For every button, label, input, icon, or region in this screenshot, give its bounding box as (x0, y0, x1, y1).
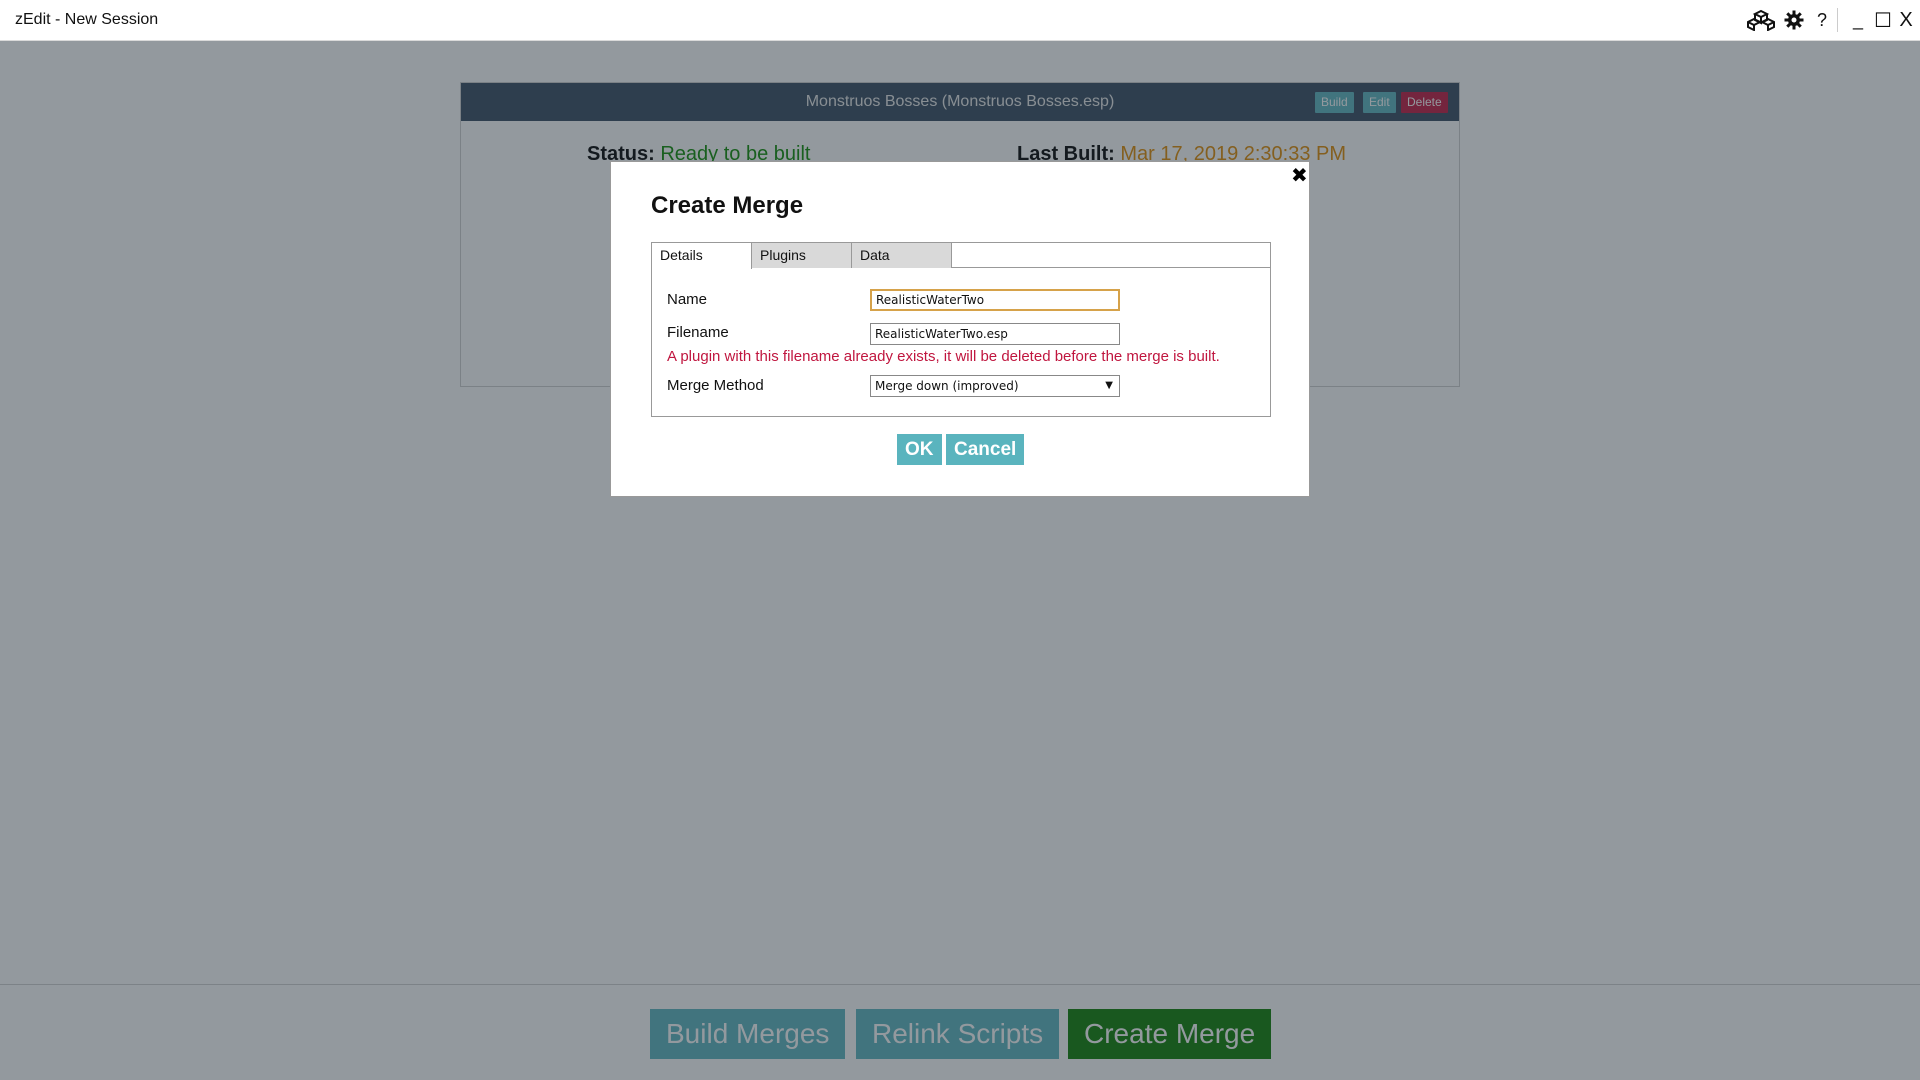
gear-icon[interactable] (1780, 6, 1808, 34)
modal-title: Create Merge (651, 192, 804, 219)
merge-method-select[interactable]: Merge down (improved) ▼ (870, 375, 1120, 397)
title-bar: zEdit - New Session ? _ ☐ X (0, 0, 1920, 41)
dropdown-arrow-icon: ▼ (1105, 380, 1113, 391)
tab-data[interactable]: Data (852, 243, 952, 268)
merge-method-value: Merge down (improved) (875, 379, 1019, 393)
close-icon[interactable]: ✖ (1291, 163, 1308, 188)
name-input[interactable]: RealisticWaterTwo (870, 289, 1120, 311)
create-merge-modal: ✖ Create Merge Details Plugins Data Name… (610, 161, 1310, 497)
minimize-button[interactable]: _ (1847, 6, 1869, 34)
tab-details[interactable]: Details (652, 243, 752, 269)
tab-plugins[interactable]: Plugins (752, 243, 852, 268)
titlebar-separator (1837, 8, 1838, 32)
filename-label: Filename (667, 324, 729, 341)
tab-row: Details Plugins Data (652, 243, 1270, 269)
window-title: zEdit - New Session (15, 11, 159, 28)
maximize-button[interactable]: ☐ (1871, 6, 1895, 34)
help-icon[interactable]: ? (1812, 6, 1832, 34)
tabs-panel: Details Plugins Data Name RealisticWater… (651, 242, 1271, 417)
close-button[interactable]: X (1895, 6, 1917, 34)
cancel-button[interactable]: Cancel (946, 434, 1025, 465)
merge-method-label: Merge Method (667, 377, 764, 394)
filename-input[interactable]: RealisticWaterTwo.esp (870, 323, 1120, 345)
filename-warning: A plugin with this filename already exis… (667, 348, 1220, 365)
modules-icon[interactable] (1746, 6, 1776, 34)
name-label: Name (667, 291, 708, 308)
ok-button[interactable]: OK (897, 434, 942, 465)
